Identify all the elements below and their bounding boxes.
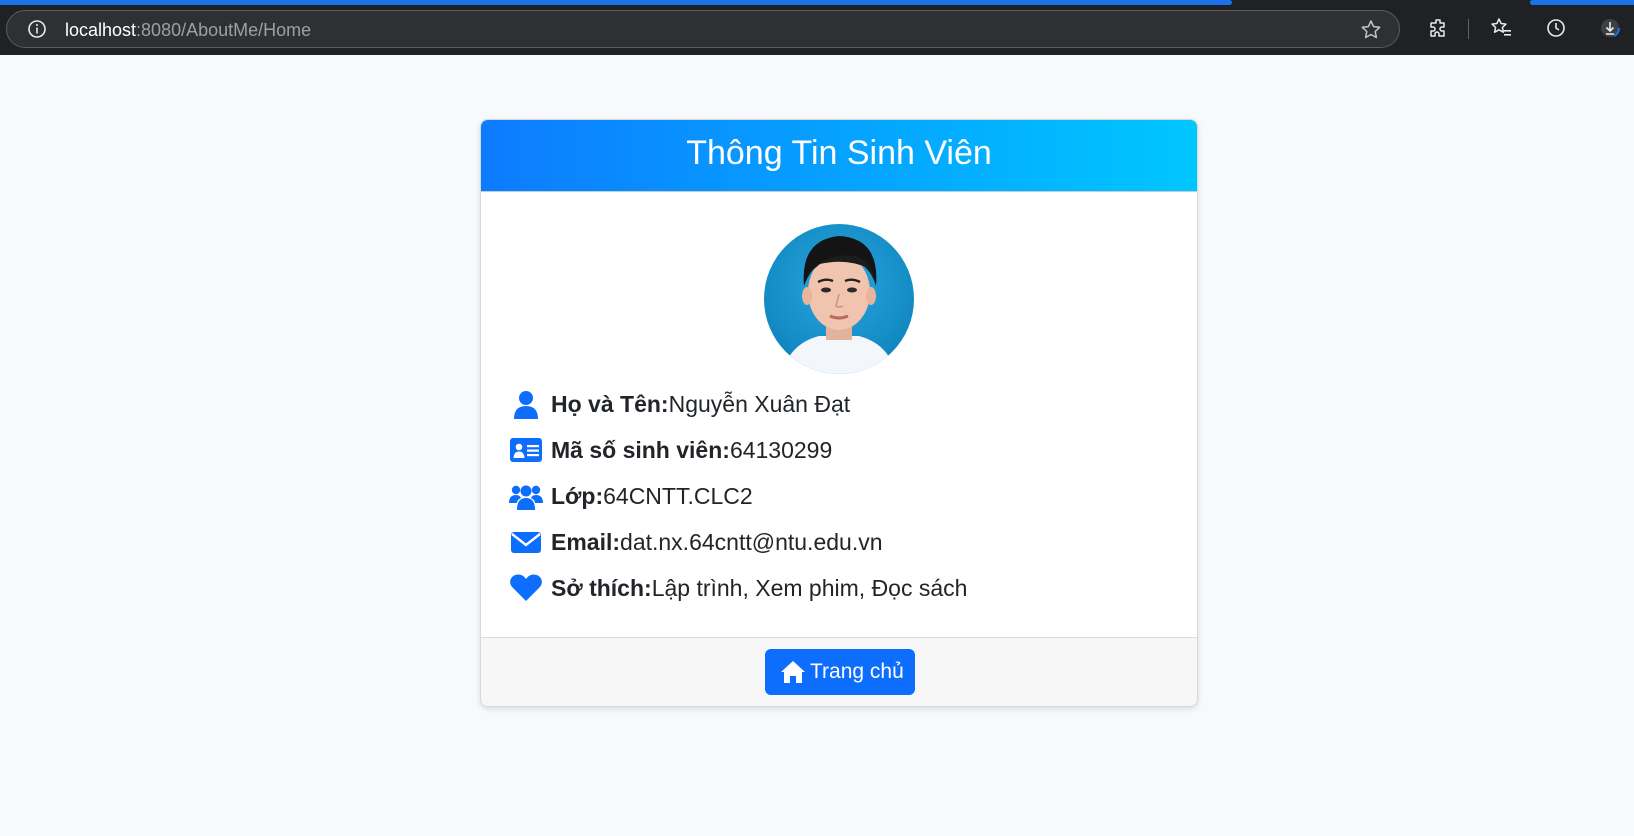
info-value: 64CNTT.CLC2 [603,483,753,509]
star-icon[interactable] [1359,18,1383,42]
toolbar-divider [1468,19,1469,39]
info-value: 64130299 [729,437,833,463]
info-value: Nguyễn Xuân Đạt [668,391,851,417]
card-title: Thông Tin Sinh Viên [686,134,992,172]
user-icon [514,391,538,419]
card-header: Thông Tin Sinh Viên [481,120,1197,192]
address-bar[interactable]: localhost:8080/AboutMe/Home [6,10,1400,48]
url-path: :8080/AboutMe/Home [136,20,312,40]
card-footer: Trang chủ [481,637,1197,706]
info-label: Email: [551,529,621,555]
info-row-text: Lớp:64CNTT.CLC2 [551,483,753,510]
info-row-text: Mã số sinh viên:64130299 [551,437,832,464]
home-icon [781,661,805,683]
student-info-card: Thông Tin Sinh Viên Họ và Tên:Nguyễn Xuâ… [480,119,1198,707]
info-row-text: Họ và Tên:Nguyễn Xuân Đạt [551,391,850,418]
url-host: localhost [65,20,137,40]
home-button-label: Trang chủ [810,660,904,683]
home-button[interactable]: Trang chủ [765,649,915,695]
info-value: dat.nx.64cntt@ntu.edu.vn [620,529,883,555]
browser-toolbar: localhost:8080/AboutMe/Home [0,0,1634,55]
url-text[interactable]: localhost:8080/AboutMe/Home [65,20,311,41]
info-label: Họ và Tên: [551,391,669,417]
history-icon[interactable] [1544,16,1568,40]
info-label: Sở thích: [551,575,652,601]
users-icon [509,485,543,510]
info-icon[interactable] [27,19,47,39]
downloads-icon[interactable] [1598,16,1622,40]
heart-icon [510,574,542,601]
info-label: Lớp: [551,483,604,509]
loading-bar-secondary [1530,0,1634,5]
id-card-icon [510,438,542,462]
extensions-icon[interactable] [1427,16,1451,40]
info-row-text: Sở thích:Lập trình, Xem phim, Đọc sách [551,575,967,602]
loading-bar [0,0,1232,5]
info-value: Lập trình, Xem phim, Đọc sách [651,575,968,601]
info-row-text: Email:dat.nx.64cntt@ntu.edu.vn [551,529,883,556]
info-label: Mã số sinh viên: [551,437,730,463]
avatar [764,224,914,374]
student-photo [764,224,914,374]
favorites-icon[interactable] [1489,16,1513,40]
envelope-icon [511,532,541,553]
